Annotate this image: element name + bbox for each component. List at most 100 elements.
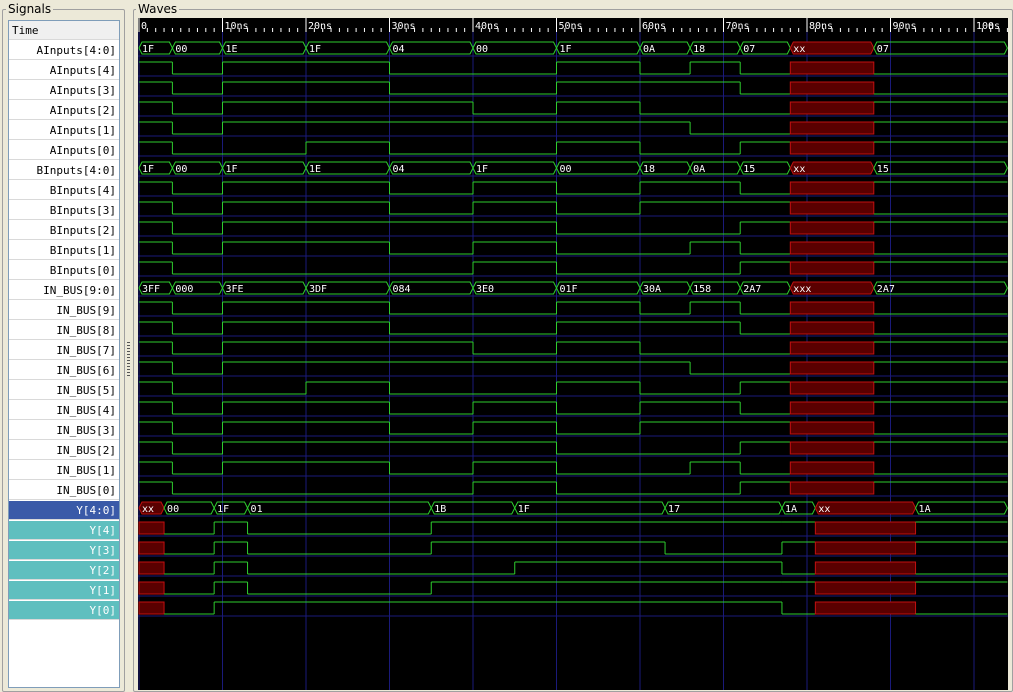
bit-undefined-segment: [814, 541, 917, 555]
bit-undefined-segment: [814, 581, 917, 595]
signal-name-row[interactable]: BInputs[3]: [9, 201, 119, 220]
signal-name-row[interactable]: IN_BUS[1]: [9, 461, 119, 480]
time-unit-label: ns: [237, 21, 249, 32]
bus-value-label: 1F: [476, 164, 488, 175]
time-ruler-label: 70: [726, 21, 738, 32]
time-unit-label: ns: [905, 21, 917, 32]
bus-value-label: 00: [476, 44, 488, 55]
signal-name-row[interactable]: Y[0]: [9, 601, 119, 620]
bit-undefined-segment: [789, 401, 875, 415]
signal-name-row[interactable]: IN_BUS[4]: [9, 401, 119, 420]
bit-undefined-segment: [814, 521, 917, 535]
signal-name-row[interactable]: BInputs[4]: [9, 181, 119, 200]
time-ruler-label: 10: [225, 21, 237, 32]
signal-name-row[interactable]: AInputs[4:0]: [9, 41, 119, 60]
signal-name-row[interactable]: IN_BUS[0]: [9, 481, 119, 500]
bus-value-segment: [246, 501, 432, 515]
signal-name-row[interactable]: BInputs[0]: [9, 261, 119, 280]
signal-name-row[interactable]: AInputs[4]: [9, 61, 119, 80]
bus-value-label: 1F: [217, 504, 229, 515]
bus-value-label: xx: [142, 504, 154, 515]
bus-value-label: xxx: [793, 284, 811, 295]
bit-undefined-segment: [789, 461, 875, 475]
bus-value-label: 07: [743, 44, 755, 55]
bit-undefined-segment: [789, 381, 875, 395]
signal-name-row[interactable]: AInputs[0]: [9, 141, 119, 160]
bus-value-label: 1F: [560, 44, 572, 55]
bus-value-label: 15: [877, 164, 889, 175]
signal-name-row[interactable]: BInputs[1]: [9, 241, 119, 260]
bus-value-label: 158: [693, 284, 711, 295]
signal-name-row[interactable]: AInputs[2]: [9, 101, 119, 120]
bit-undefined-segment: [789, 81, 875, 95]
time-ruler-label: 30: [392, 21, 404, 32]
signals-list[interactable]: Time AInputs[4:0] AInputs[4] AInputs[3] AIn…: [8, 20, 120, 688]
signal-name-row[interactable]: Y[2]: [9, 561, 119, 580]
bus-value-label: 18: [643, 164, 655, 175]
signal-name-row[interactable]: IN_BUS[8]: [9, 321, 119, 340]
bus-value-label: 1F: [142, 44, 154, 55]
bit-undefined-segment: [789, 321, 875, 335]
bit-undefined-segment: [789, 261, 875, 275]
bus-value-label: 1F: [518, 504, 530, 515]
bus-value-label: 00: [175, 44, 187, 55]
waves-panel-title: Waves: [136, 2, 180, 16]
signal-name-row[interactable]: BInputs[2]: [9, 221, 119, 240]
time-ruler-label: 60: [642, 21, 654, 32]
time-ruler-label: 50: [559, 21, 571, 32]
bus-value-label: 1A: [919, 504, 931, 515]
panel-splitter-handle[interactable]: [127, 342, 130, 378]
bus-value-label: 3FF: [142, 284, 160, 295]
bit-undefined-segment: [789, 61, 875, 75]
bus-value-label: 15: [743, 164, 755, 175]
bus-value-label: 1F: [309, 44, 321, 55]
bus-value-label: 01F: [560, 284, 578, 295]
bus-value-label: 3DF: [309, 284, 327, 295]
bit-undefined-segment: [138, 521, 165, 535]
bus-value-label: 1E: [226, 44, 238, 55]
time-unit-label: ns: [571, 21, 583, 32]
bit-undefined-segment: [789, 121, 875, 135]
signal-name-row[interactable]: IN_BUS[2]: [9, 441, 119, 460]
time-ruler-label: 40: [475, 21, 487, 32]
bit-undefined-segment: [789, 241, 875, 255]
bus-value-label: 1E: [309, 164, 321, 175]
signal-name-row[interactable]: Y[3]: [9, 541, 119, 560]
signal-name-row[interactable]: Y[4]: [9, 521, 119, 540]
signal-name-row[interactable]: Y[4:0]: [9, 501, 119, 520]
bus-value-label: 17: [668, 504, 680, 515]
signal-name-row[interactable]: IN_BUS[6]: [9, 361, 119, 380]
time-unit-label: ns: [988, 21, 1000, 32]
signal-name-row[interactable]: AInputs[3]: [9, 81, 119, 100]
signal-name-row[interactable]: IN_BUS[9:0]: [9, 281, 119, 300]
bus-value-label: 3E0: [476, 284, 494, 295]
bus-value-label: 30A: [643, 284, 661, 295]
signal-name-row[interactable]: IN_BUS[7]: [9, 341, 119, 360]
waveform-svg[interactable]: 0 10 ns 20 ns 30 ns 40 ns 50 ns 60 ns 70 ns 80 ns 90 ns 100…: [138, 18, 1008, 690]
bus-value-label: 01: [251, 504, 263, 515]
signal-name-row[interactable]: IN_BUS[5]: [9, 381, 119, 400]
signal-name-row[interactable]: IN_BUS[3]: [9, 421, 119, 440]
bit-undefined-segment: [789, 101, 875, 115]
bus-value-label: xx: [793, 44, 805, 55]
time-unit-label: ns: [738, 21, 750, 32]
waveform-canvas[interactable]: 0 10 ns 20 ns 30 ns 40 ns 50 ns 60 ns 70 ns 80 ns 90 ns 100…: [138, 18, 1008, 690]
bus-value-label: 0A: [693, 164, 705, 175]
bit-undefined-segment: [789, 421, 875, 435]
signal-name-row[interactable]: BInputs[4:0]: [9, 161, 119, 180]
bus-value-label: 000: [175, 284, 193, 295]
bus-value-label: 00: [167, 504, 179, 515]
time-column-header: Time: [9, 21, 119, 40]
bus-value-label: 07: [877, 44, 889, 55]
signal-name-row[interactable]: IN_BUS[9]: [9, 301, 119, 320]
bus-value-label: 04: [393, 164, 405, 175]
bus-value-segment: [873, 161, 1008, 175]
signal-name-row[interactable]: AInputs[1]: [9, 121, 119, 140]
bit-undefined-segment: [789, 441, 875, 455]
time-unit-label: ns: [654, 21, 666, 32]
signal-name-row[interactable]: Y[1]: [9, 581, 119, 600]
bus-value-label: 04: [393, 44, 405, 55]
bit-undefined-segment: [789, 361, 875, 375]
signals-panel-title: Signals: [6, 2, 54, 16]
bus-value-label: 2A7: [743, 284, 761, 295]
